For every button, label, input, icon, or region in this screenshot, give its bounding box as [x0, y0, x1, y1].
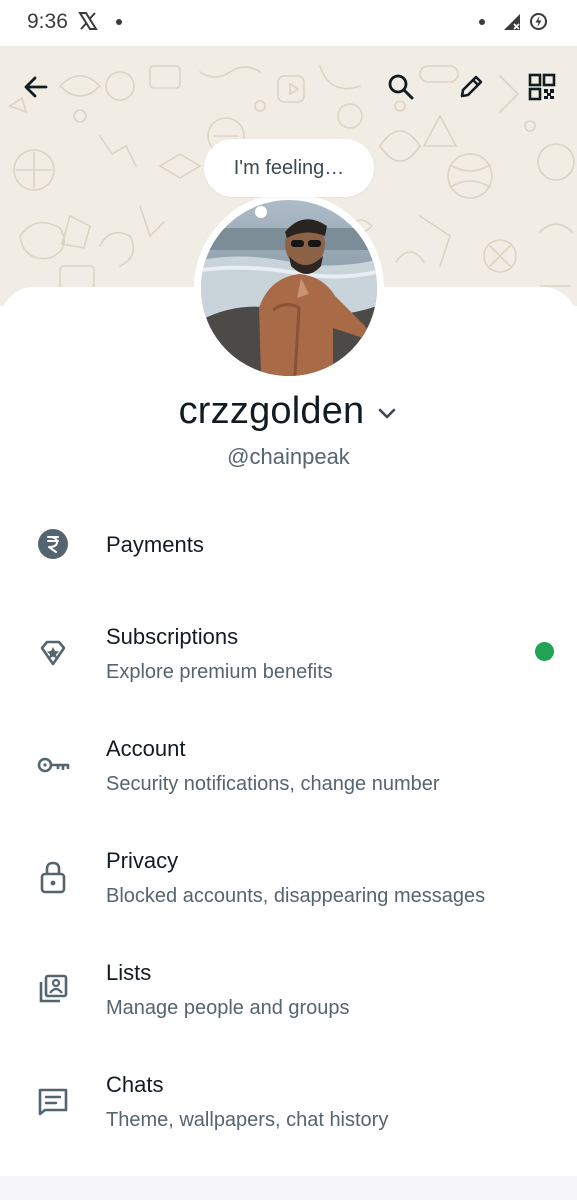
menu-item-title: Account [106, 736, 186, 761]
menu-item-subtitle: Manage people and groups [106, 997, 350, 1019]
menu-item-subtitle: Theme, wallpapers, chat history [106, 1109, 389, 1131]
menu-item-payments[interactable]: Payments [0, 510, 577, 580]
back-arrow-icon [24, 76, 48, 98]
menu-item-chats[interactable]: Chats Theme, wallpapers, chat history [0, 1066, 577, 1140]
menu-item-title: Chats [106, 1072, 164, 1097]
search-button[interactable] [384, 70, 418, 104]
qr-code-button[interactable] [525, 70, 559, 104]
menu-item-lists[interactable]: Lists Manage people and groups [0, 954, 577, 1028]
qr-code-icon [528, 73, 556, 101]
menu-item-subtitle: Blocked accounts, disappearing messages [106, 885, 486, 907]
chevron-down-icon [379, 408, 396, 419]
status-time: 9:36 [27, 10, 68, 33]
menu-item-title: Payments [106, 532, 204, 557]
new-indicator-dot [535, 642, 554, 661]
notification-dot-icon [479, 19, 485, 25]
rupee-icon [36, 527, 70, 561]
battery-saver-icon [529, 12, 548, 31]
menu-item-title: Subscriptions [106, 624, 239, 649]
signal-icon [503, 13, 521, 31]
search-icon [388, 74, 414, 100]
menu-item-subtitle: Explore premium benefits [106, 661, 333, 683]
status-bar: 9:36 [0, 0, 577, 46]
lists-icon [36, 972, 70, 1006]
profile-name: crzzgolden [178, 389, 365, 432]
x-logo-icon [78, 11, 98, 31]
status-feeling-bubble[interactable]: I'm feeling… [204, 139, 374, 197]
avatar[interactable] [201, 200, 377, 376]
bottom-divider-strip [0, 1176, 577, 1200]
profile-username: @chainpeak [227, 444, 350, 469]
lock-icon [36, 860, 70, 894]
menu-item-subscriptions[interactable]: Subscriptions Explore premium benefits [0, 618, 577, 692]
menu-item-privacy[interactable]: Privacy Blocked accounts, disappearing m… [0, 842, 577, 916]
profile-name-row[interactable]: crzzgolden [0, 386, 577, 436]
edit-pencil-icon [460, 75, 483, 98]
profile-photo [201, 200, 377, 376]
notification-dot-icon [116, 19, 122, 25]
menu-item-title: Lists [106, 960, 152, 985]
bubble-tail-dot [255, 206, 267, 218]
feeling-prompt-text: I'm feeling… [233, 156, 345, 179]
edit-profile-button[interactable] [454, 70, 488, 104]
menu-item-account[interactable]: Account Security notifications, change n… [0, 730, 577, 804]
chat-icon [36, 1084, 70, 1118]
menu-item-subtitle: Security notifications, change number [106, 773, 440, 795]
badge-star-icon [36, 636, 70, 670]
back-button[interactable] [19, 70, 53, 104]
key-icon [36, 748, 70, 782]
menu-item-title: Privacy [106, 848, 179, 873]
